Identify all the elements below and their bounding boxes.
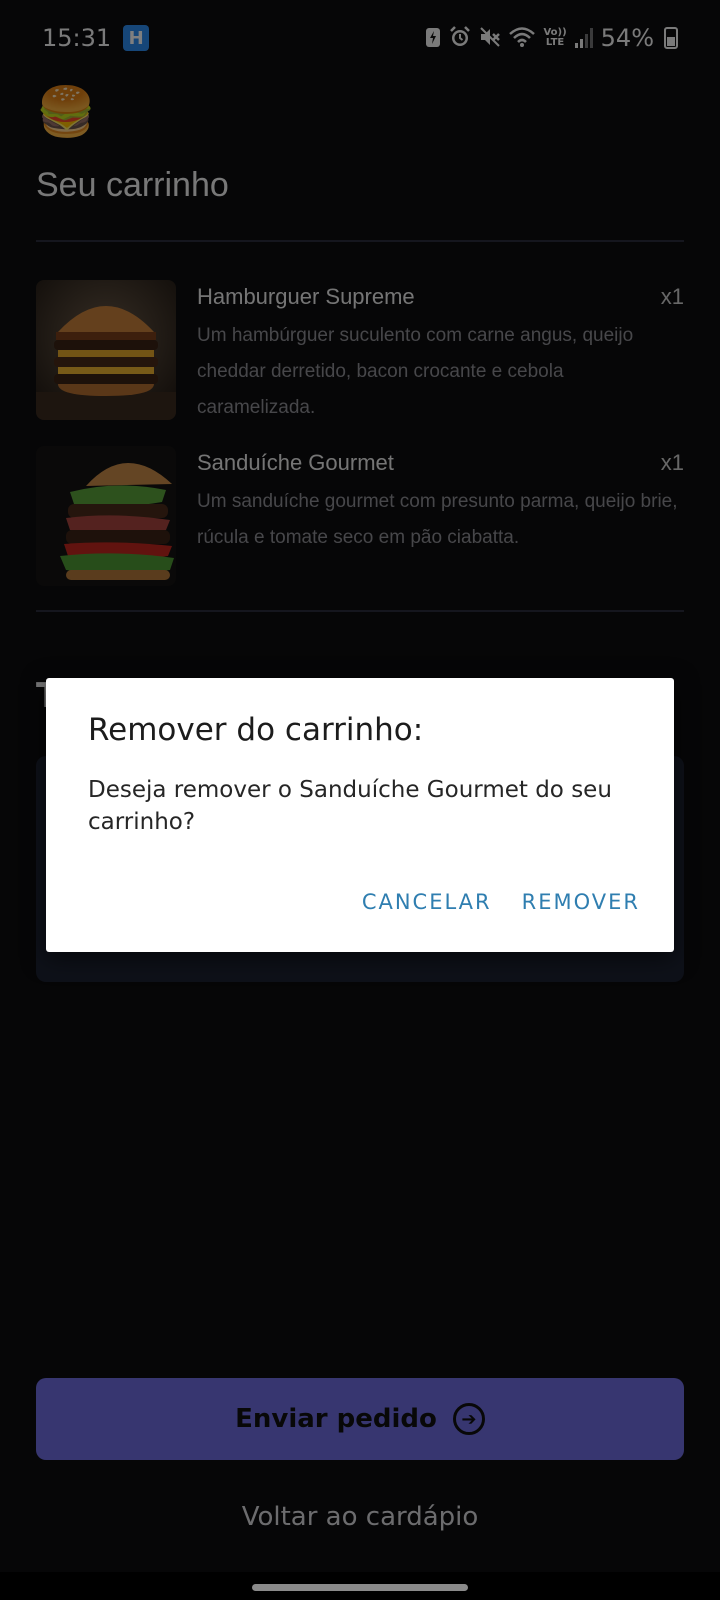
home-indicator[interactable] [252,1584,468,1591]
dialog-message: Deseja remover o Sanduíche Gourmet do se… [88,777,612,835]
dialog-title: Remover do carrinho: [88,712,424,748]
dialog-actions: CANCELAR REMOVER [362,886,640,918]
remove-button[interactable]: REMOVER [522,886,640,918]
remove-item-dialog: Remover do carrinho: Deseja remover o Sa… [46,678,674,952]
cancel-button[interactable]: CANCELAR [362,886,492,918]
